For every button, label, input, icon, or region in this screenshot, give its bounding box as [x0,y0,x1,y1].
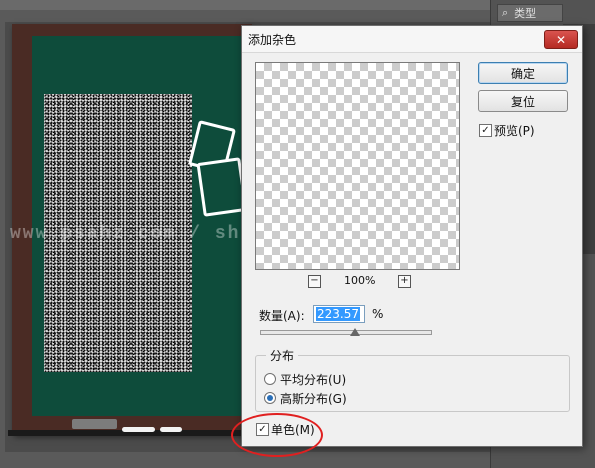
chalk-eraser [72,419,117,429]
search-type-label: 类型 [514,7,537,20]
preview-checkbox[interactable]: ✓ [479,124,492,137]
add-noise-dialog: 添加杂色 ✕ − 100% + 确定 复位 ✓ 预览(P) 数量(A): 223… [241,25,583,447]
dialog-titlebar[interactable]: 添加杂色 ✕ [242,26,582,53]
uniform-radio[interactable] [264,373,276,385]
amount-value: 223.57 [316,307,360,321]
distribution-title: 分布 [266,347,299,364]
chalk-piece [160,427,182,432]
amount-input[interactable]: 223.57 [313,305,365,323]
chalk-piece [122,427,155,432]
preview-zoom-controls: − 100% + [255,274,460,290]
reset-button[interactable]: 复位 [478,90,568,112]
uniform-label: 平均分布(U) [280,373,347,387]
ok-button-label: 确定 [510,66,535,81]
reset-button-label: 复位 [510,94,535,109]
puzzle-piece-shape [196,157,248,217]
zoom-in-button[interactable]: + [398,275,411,288]
close-icon: ✕ [555,32,567,47]
amount-label: 数量(A): [259,309,305,323]
amount-slider-track[interactable] [260,330,432,335]
zoom-out-button[interactable]: − [308,275,321,288]
close-button[interactable]: ✕ [544,30,578,49]
amount-slider-thumb[interactable] [350,328,361,336]
ok-button[interactable]: 确定 [478,62,568,84]
amount-unit: % [372,307,384,321]
red-highlight-circle [231,413,323,457]
search-icon: ⌕ [502,6,509,19]
zoom-level: 100% [344,274,376,287]
preview-label: 预览(P) [494,124,535,138]
gaussian-label: 高斯分布(G) [280,392,347,406]
dialog-title: 添加杂色 [248,33,297,47]
filter-preview-pane[interactable] [255,62,460,270]
layer-filter-search[interactable]: ⌕ 类型 [497,4,563,22]
gaussian-radio[interactable] [264,392,276,404]
